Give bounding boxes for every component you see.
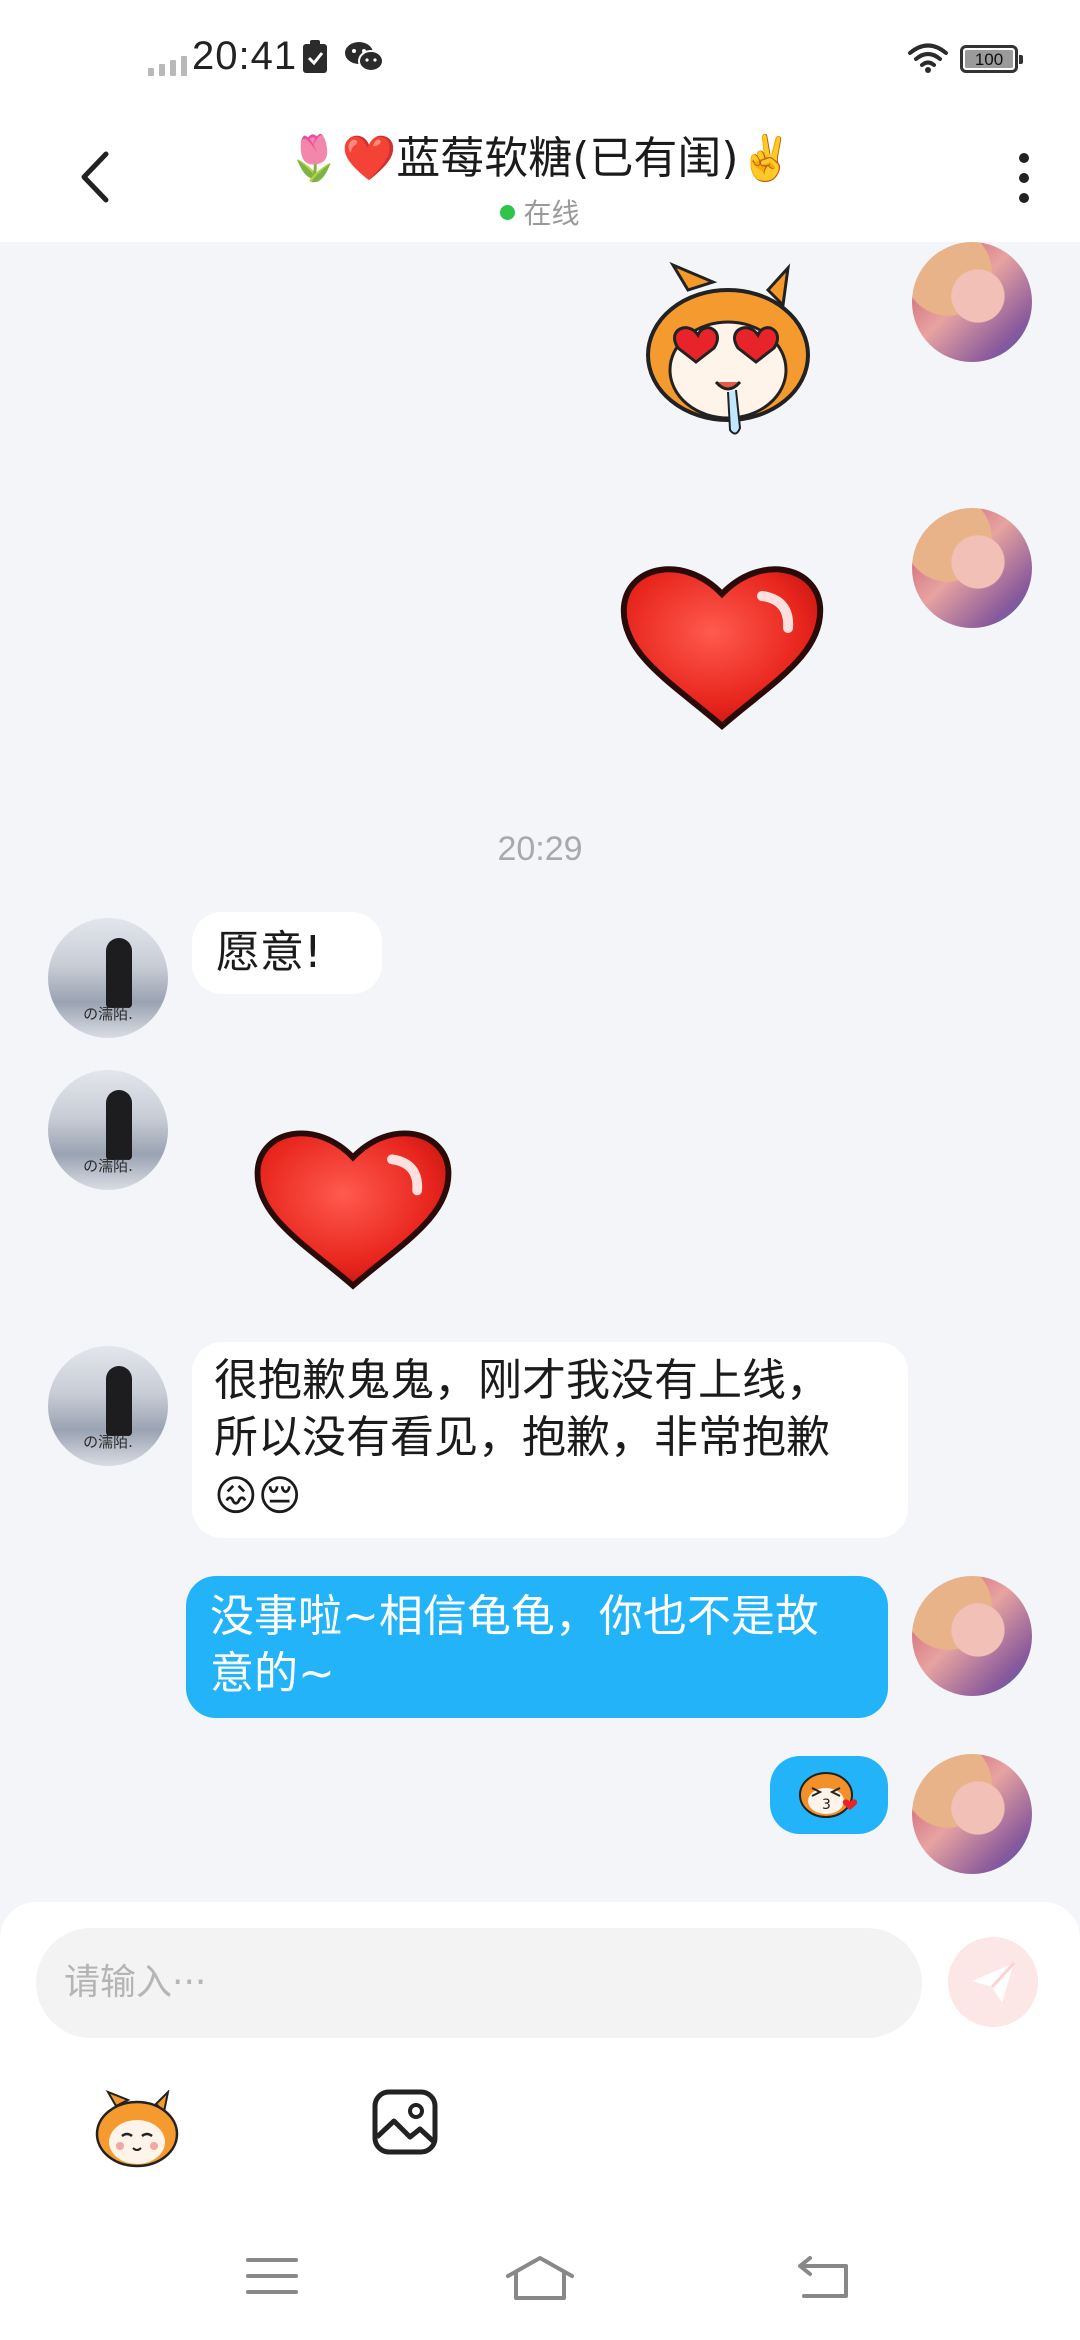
heart-eyes-sticker-icon [646,261,810,435]
sticker-heart-eyes[interactable] [618,260,838,454]
kiss-face-emoji-icon: 3 [799,1772,858,1818]
menu-icon [246,2258,298,2294]
send-button[interactable] [948,1937,1038,2027]
my-avatar[interactable] [912,1754,1032,1874]
emoji-sticker-icon [95,2088,179,2168]
system-nav-bar [0,2230,1080,2340]
status-time: 20:41 [192,34,298,78]
message-input[interactable]: 请输入··· [36,1928,922,2038]
back-button[interactable] [60,134,130,220]
composer-panel: 请输入··· [0,1902,1080,2340]
avatar-caption: の濡陌. [83,1005,133,1023]
message-bubble-incoming[interactable]: 很抱歉鬼鬼，刚才我没有上线， 所以没有看见，抱歉，非常抱歉 😖😔 [192,1342,908,1538]
message-bubble-incoming[interactable]: 愿意! [192,912,382,994]
send-icon [972,1961,1016,2003]
message-text-line: 所以没有看见，抱歉，非常抱歉 [214,1412,830,1463]
contact-avatar[interactable]: の濡陌. [48,1346,168,1466]
message-emojis: 😖😔 [214,1471,302,1520]
image-button[interactable] [370,2087,440,2157]
clipboard-check-icon [303,40,327,73]
return-icon [798,2256,848,2298]
battery-level: 100 [965,50,1013,69]
contact-avatar[interactable]: の濡陌. [48,918,168,1038]
nav-menu-button[interactable] [244,2254,300,2302]
sticker-heart-incoming[interactable] [248,1118,458,1298]
my-avatar[interactable] [912,1576,1032,1696]
more-button[interactable] [996,138,1052,218]
message-text-line: 意的~ [210,1648,335,1699]
chat-header: 🌷❤️蓝莓软糖(已有闺)✌️ 在线 [0,112,1080,242]
chat-messages[interactable]: 20:29 の濡陌. 愿意! の濡陌. の濡陌. 很抱歉鬼鬼，刚才我没有上线， … [0,242,1080,1902]
battery-icon: 100 [960,45,1023,73]
sticker-heart[interactable] [614,554,830,738]
online-dot-icon [500,204,516,220]
message-text-line: 很抱歉鬼鬼，刚才我没有上线， [214,1355,830,1406]
contact-name[interactable]: 🌷❤️蓝莓软糖(已有闺)✌️ [240,122,840,186]
nav-home-button[interactable] [504,2254,576,2306]
home-icon [506,2256,574,2300]
heart-sticker-icon [620,566,824,730]
online-status-text: 在线 [523,197,580,230]
message-text-line: 没事啦~相信龟龟，你也不是故 [210,1591,819,1642]
more-vertical-icon [1019,153,1029,163]
wechat-icon [345,42,384,72]
heart-sticker-icon [254,1130,452,1290]
my-avatar[interactable] [912,242,1032,362]
svg-text:3: 3 [822,1797,831,1813]
nav-back-button[interactable] [796,2254,852,2304]
contact-avatar[interactable]: の濡陌. [48,1070,168,1190]
signal-icon [148,50,187,76]
status-bar: 20:41 100 [0,0,1080,112]
image-icon [372,2089,438,2155]
wifi-icon [908,43,948,73]
online-status: 在线 [240,192,840,232]
message-bubble-outgoing-emoji[interactable]: 3 [770,1756,888,1834]
message-timestamp: 20:29 [497,830,583,868]
emoji-button[interactable] [92,2088,182,2170]
back-arrow-icon [81,151,109,203]
my-avatar[interactable] [912,508,1032,628]
message-bubble-outgoing[interactable]: 没事啦~相信龟龟，你也不是故 意的~ [186,1576,888,1718]
